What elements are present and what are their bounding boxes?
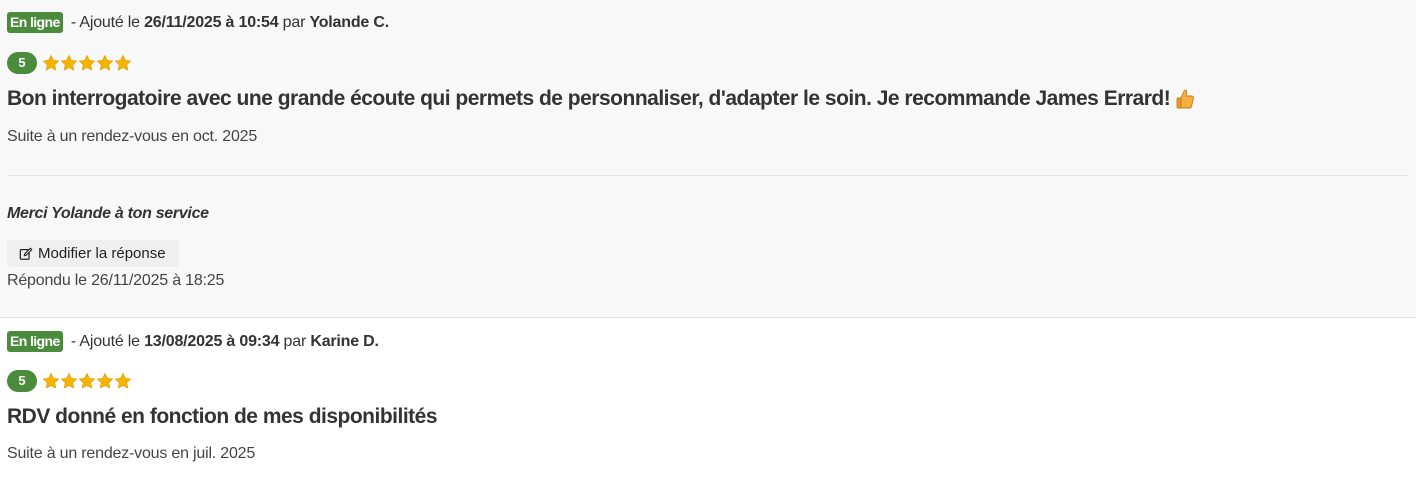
review-headline-text: Bon interrogatoire avec une grande écout… <box>7 87 1171 110</box>
star-icon <box>96 54 114 71</box>
star-icon <box>114 372 132 389</box>
visit-info: Suite à un rendez-vous en oct. 2025 <box>7 128 258 145</box>
score-badge: 5 <box>7 370 37 392</box>
edit-reply-label: Modifier la réponse <box>38 245 166 262</box>
status-badge: En ligne <box>7 331 63 352</box>
by-prefix: par <box>279 332 311 350</box>
added-datetime: 13/08/2025 à 09:34 <box>144 332 280 350</box>
status-badge: En ligne <box>7 12 63 33</box>
review-headline: Bon interrogatoire avec une grande écout… <box>7 87 1195 111</box>
thumbs-up-icon <box>1176 89 1195 109</box>
visit-info: Suite à un rendez-vous en juil. 2025 <box>7 445 256 462</box>
review-headline-text: RDV donné en fonction de mes disponibili… <box>7 405 438 428</box>
star-icon <box>42 54 60 71</box>
rating: 5 <box>7 370 132 392</box>
by-prefix: par <box>278 13 310 31</box>
star-rating <box>42 54 132 72</box>
added-prefix: - Ajouté le <box>66 332 145 350</box>
star-icon <box>96 372 114 389</box>
author-name: Yolande C. <box>309 13 389 31</box>
added-prefix: - Ajouté le <box>66 13 145 31</box>
reply-date: Répondu le 26/11/2025 à 18:25 <box>7 272 225 289</box>
star-icon <box>78 54 96 71</box>
review-meta: En ligne - Ajouté le 26/11/2025 à 10:54 … <box>7 12 389 33</box>
star-icon <box>42 372 60 389</box>
star-icon <box>114 54 132 71</box>
review-headline: RDV donné en fonction de mes disponibili… <box>7 405 438 429</box>
star-icon <box>60 54 78 71</box>
reply-text: Merci Yolande à ton service <box>7 205 209 222</box>
star-icon <box>78 372 96 389</box>
review-card: En ligne - Ajouté le 26/11/2025 à 10:54 … <box>0 0 1416 318</box>
added-datetime: 26/11/2025 à 10:54 <box>144 13 279 31</box>
star-rating <box>42 372 132 390</box>
edit-reply-button[interactable]: Modifier la réponse <box>7 240 179 267</box>
divider <box>7 175 1409 176</box>
review-card: En ligne - Ajouté le 13/08/2025 à 09:34 … <box>0 318 1416 477</box>
rating: 5 <box>7 52 132 74</box>
star-icon <box>60 372 78 389</box>
review-meta: En ligne - Ajouté le 13/08/2025 à 09:34 … <box>7 331 379 352</box>
edit-icon <box>19 247 33 260</box>
author-name: Karine D. <box>310 332 379 350</box>
score-badge: 5 <box>7 52 37 74</box>
